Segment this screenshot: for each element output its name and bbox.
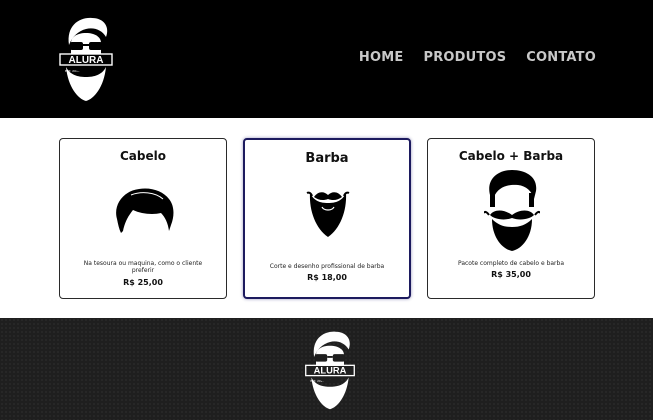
product-card-cabelo-barba[interactable]: Cabelo + Barba Pacote completo de cabelo…	[427, 138, 595, 299]
nav-home-link[interactable]: HOME	[359, 50, 404, 65]
beard-icon	[306, 191, 350, 237]
hair-and-beard-icon	[484, 170, 540, 251]
product-description: Na tesoura ou maquina, como o cliente pr…	[83, 260, 203, 274]
nav-produtos-link[interactable]: PRODUTOS	[423, 50, 506, 65]
hair-icon	[116, 188, 174, 233]
svg-text:ALURA: ALURA	[314, 366, 347, 376]
product-price: R$ 25,00	[123, 278, 163, 287]
product-price: R$ 35,00	[491, 270, 531, 279]
product-card-cabelo[interactable]: Cabelo Na tesoura ou maquina, como o cli…	[59, 138, 227, 299]
barber-logo-icon[interactable]: ALURA EST. 2019	[56, 15, 116, 103]
product-title: Barba	[305, 151, 349, 166]
barber-logo-icon: ALURA EST. 2019	[305, 331, 355, 410]
svg-text:ALURA: ALURA	[69, 55, 104, 66]
product-description: Pacote completo de cabelo e barba	[457, 260, 565, 267]
product-title: Cabelo	[120, 149, 166, 163]
product-title: Cabelo + Barba	[458, 149, 564, 163]
product-price: R$ 18,00	[307, 273, 347, 282]
site-header: ALURA EST. 2019 HOME PRODUTOS CONTATO	[0, 0, 653, 118]
product-description: Corte e desenho profissional de barba	[269, 263, 385, 270]
nav-contato-link[interactable]: CONTATO	[526, 50, 596, 65]
main-nav: HOME PRODUTOS CONTATO	[359, 50, 596, 65]
product-card-barba[interactable]: Barba Corte e desenho profissional de ba…	[243, 138, 411, 299]
